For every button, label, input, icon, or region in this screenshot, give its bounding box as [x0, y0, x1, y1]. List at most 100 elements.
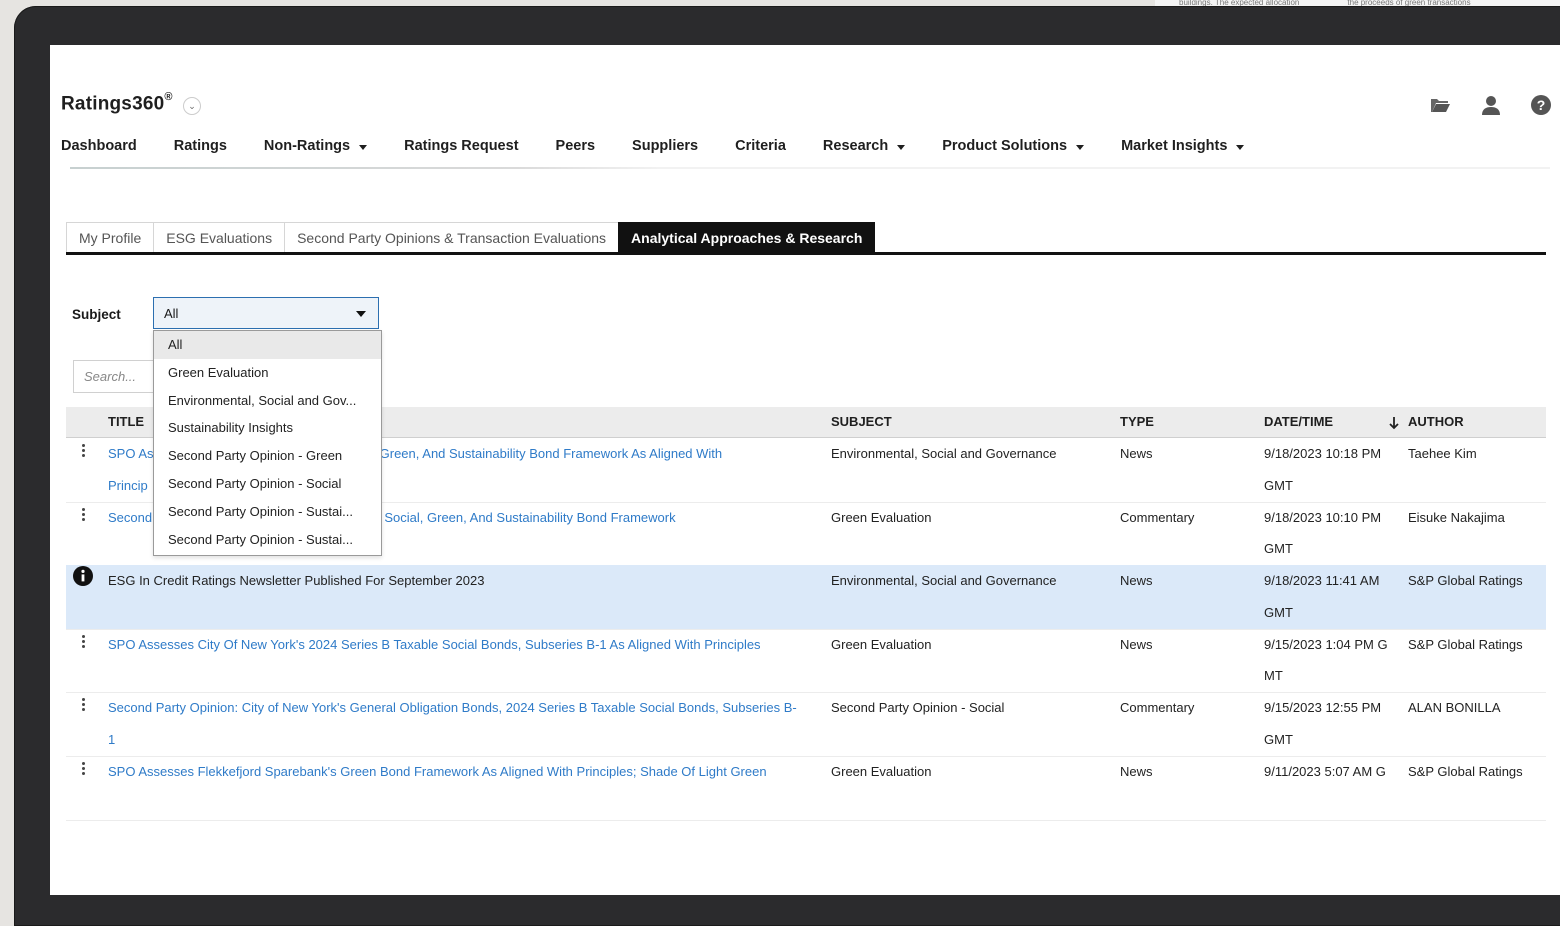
nav-item-label: Ratings: [173, 138, 227, 154]
folder-icon[interactable]: [1429, 94, 1451, 116]
row-author: S&P Global Ratings: [1408, 573, 1523, 589]
subject-option[interactable]: Sustainability Insights: [154, 414, 381, 442]
row-type: News: [1120, 636, 1153, 652]
row-menu-icon[interactable]: [82, 444, 86, 458]
row-date-line2: GMT: [1264, 604, 1293, 620]
row-subject: Environmental, Social and Governance: [831, 446, 1057, 461]
nav-item-peers[interactable]: Peers: [556, 138, 596, 154]
caret-down-icon: [359, 144, 368, 150]
row-date-line1: 9/15/2023 12:55 PM: [1264, 700, 1382, 716]
row-title-line2[interactable]: 1: [108, 724, 820, 756]
row-title-text: ESG In Credit Ratings Newsletter Publish…: [108, 573, 485, 589]
row-title-rest[interactable]: Social, Green, And Sustainability Bond F…: [337, 438, 722, 470]
app-switcher-chevron-icon[interactable]: ⌄: [183, 97, 201, 115]
nav-item-label: Peers: [555, 138, 596, 154]
row-author: Eisuke Nakajima: [1408, 509, 1505, 525]
nav-item-ratings-request[interactable]: Ratings Request: [404, 138, 518, 154]
row-date-line2: MT: [1264, 668, 1283, 684]
subject-option[interactable]: Second Party Opinion - Green: [154, 442, 381, 470]
nav-item-label: Suppliers: [632, 138, 699, 154]
help-icon[interactable]: ?: [1530, 94, 1552, 116]
column-subject[interactable]: SUBJECT: [831, 407, 892, 437]
column-type[interactable]: TYPE: [1120, 407, 1154, 437]
nav-item-label: Market Insights: [1121, 138, 1228, 154]
background-document-strip: buildings. The expected allocation the pr…: [1155, 0, 1560, 6]
row-type: News: [1120, 764, 1153, 779]
subject-option[interactable]: Green Evaluation: [154, 359, 381, 387]
row-title[interactable]: SPO Assesses City Of New York's 2024 Ser…: [108, 629, 820, 661]
nav-item-product-solutions[interactable]: Product Solutions: [942, 138, 1085, 154]
nav-item-label: Product Solutions: [942, 138, 1068, 154]
row-menu-icon[interactable]: [82, 698, 86, 712]
subject-option[interactable]: Environmental, Social and Gov...: [154, 387, 381, 415]
row-title-text[interactable]: SPO Assesses Flekkefjord Sparebank's Gre…: [108, 764, 767, 779]
nav-item-label: Ratings Request: [404, 138, 519, 154]
nav-item-dashboard[interactable]: Dashboard: [61, 138, 137, 154]
table-row[interactable]: ESG In Credit Ratings Newsletter Publish…: [66, 565, 1546, 630]
subject-option[interactable]: All: [154, 331, 381, 359]
tab-analytical-approaches-research[interactable]: Analytical Approaches & Research: [618, 222, 876, 253]
nav-item-market-insights[interactable]: Market Insights: [1121, 138, 1245, 154]
subject-select[interactable]: All: [153, 297, 379, 329]
row-menu-icon[interactable]: [82, 507, 86, 522]
main-nav: Dashboard Ratings Non-Ratings Ratings Reque…: [61, 138, 1281, 154]
nav-item-criteria[interactable]: Criteria: [735, 138, 786, 154]
nav-item-non-ratings[interactable]: Non-Ratings: [264, 138, 368, 154]
row-subject: Green Evaluation: [831, 509, 932, 525]
subject-option[interactable]: Second Party Opinion - Sustai...: [154, 526, 381, 554]
row-date: 9/15/2023 12:55 PM GMT: [1264, 692, 1396, 755]
row-type: Commentary: [1120, 700, 1195, 716]
table-row[interactable]: Second Party Opinion: City of New York's…: [66, 692, 1546, 757]
row-date-line1: 9/11/2023 5:07 AM G: [1264, 764, 1386, 779]
row-menu-icon[interactable]: [82, 634, 86, 649]
scroll-fade: [66, 795, 1546, 815]
row-subject: Second Party Opinion - Social: [831, 700, 1005, 716]
row-date: 9/15/2023 1:04 PM G MT: [1264, 629, 1396, 692]
subject-option[interactable]: Second Party Opinion - Sustai...: [154, 498, 381, 526]
row-title-text[interactable]: SPO Assesses City Of New York's 2024 Ser…: [108, 637, 761, 652]
row-title-text[interactable]: Second Party Opinion: City of New York's…: [108, 700, 797, 715]
profile-tabs: My Profile ESG Evaluations Second Party Op…: [66, 222, 876, 253]
tab-second-party-opinions-transaction-evaluations[interactable]: Second Party Opinions & Transaction Eval…: [284, 222, 620, 253]
tab-my-profile[interactable]: My Profile: [66, 222, 155, 253]
column-title[interactable]: TITLE: [108, 407, 144, 437]
row-subject: Green Evaluation: [831, 764, 932, 779]
row-author: S&P Global Ratings: [1408, 764, 1523, 779]
app-title[interactable]: Ratings360®: [61, 91, 173, 115]
table-row[interactable]: SPO Assesses City Of New York's 2024 Ser…: [66, 629, 1546, 694]
row-date: 9/11/2023 5:07 AM G: [1264, 756, 1396, 788]
caret-down-icon: [1236, 144, 1245, 150]
column-date[interactable]: DATE/TIME: [1264, 407, 1333, 437]
user-icon[interactable]: [1480, 94, 1502, 116]
sort-descending-icon[interactable]: [1388, 416, 1400, 430]
search-input[interactable]: Search...: [73, 360, 163, 393]
caret-down-icon: [897, 144, 906, 150]
subject-option[interactable]: Second Party Opinion - Social: [154, 470, 381, 498]
nav-item-suppliers[interactable]: Suppliers: [632, 138, 698, 154]
row-title[interactable]: ESG In Credit Ratings Newsletter Publish…: [108, 565, 820, 597]
app-screen: Ratings360® ⌄ ? Dashboard Ratings Non-Rati…: [50, 45, 1560, 895]
row-title[interactable]: Second Party Opinion: City of New York's…: [108, 692, 820, 755]
row-author: Taehee Kim: [1408, 446, 1477, 461]
row-title-start[interactable]: SPO As: [108, 446, 154, 461]
row-date-line2: GMT: [1264, 731, 1293, 747]
row-title[interactable]: SPO Assesses Flekkefjord Sparebank's Gre…: [108, 756, 820, 788]
row-author: ALAN BONILLA: [1408, 700, 1501, 716]
row-date: 9/18/2023 10:18 PM GMT: [1264, 438, 1396, 501]
row-date-line1: 9/18/2023 11:41 AM: [1264, 573, 1380, 589]
row-date-line2: GMT: [1264, 477, 1293, 493]
info-icon[interactable]: [73, 566, 93, 587]
row-date: 9/18/2023 10:10 PM GMT: [1264, 502, 1396, 565]
row-type: News: [1120, 446, 1153, 461]
row-menu-icon[interactable]: [82, 762, 86, 776]
row-title-rest[interactable]: Corp.'s Social, Green, And Sustainabilit…: [340, 502, 676, 534]
subject-select-value: All: [164, 306, 179, 321]
row-date-line1: 9/15/2023 1:04 PM G: [1264, 636, 1388, 652]
row-date-line1: 9/18/2023 10:18 PM: [1264, 446, 1382, 461]
column-author[interactable]: AUTHOR: [1408, 407, 1464, 437]
caret-down-icon: [356, 311, 366, 317]
nav-item-ratings[interactable]: Ratings: [174, 138, 227, 154]
row-title-start[interactable]: Second: [108, 510, 152, 525]
tab-esg-evaluations[interactable]: ESG Evaluations: [153, 222, 286, 253]
nav-item-research[interactable]: Research: [823, 138, 906, 154]
